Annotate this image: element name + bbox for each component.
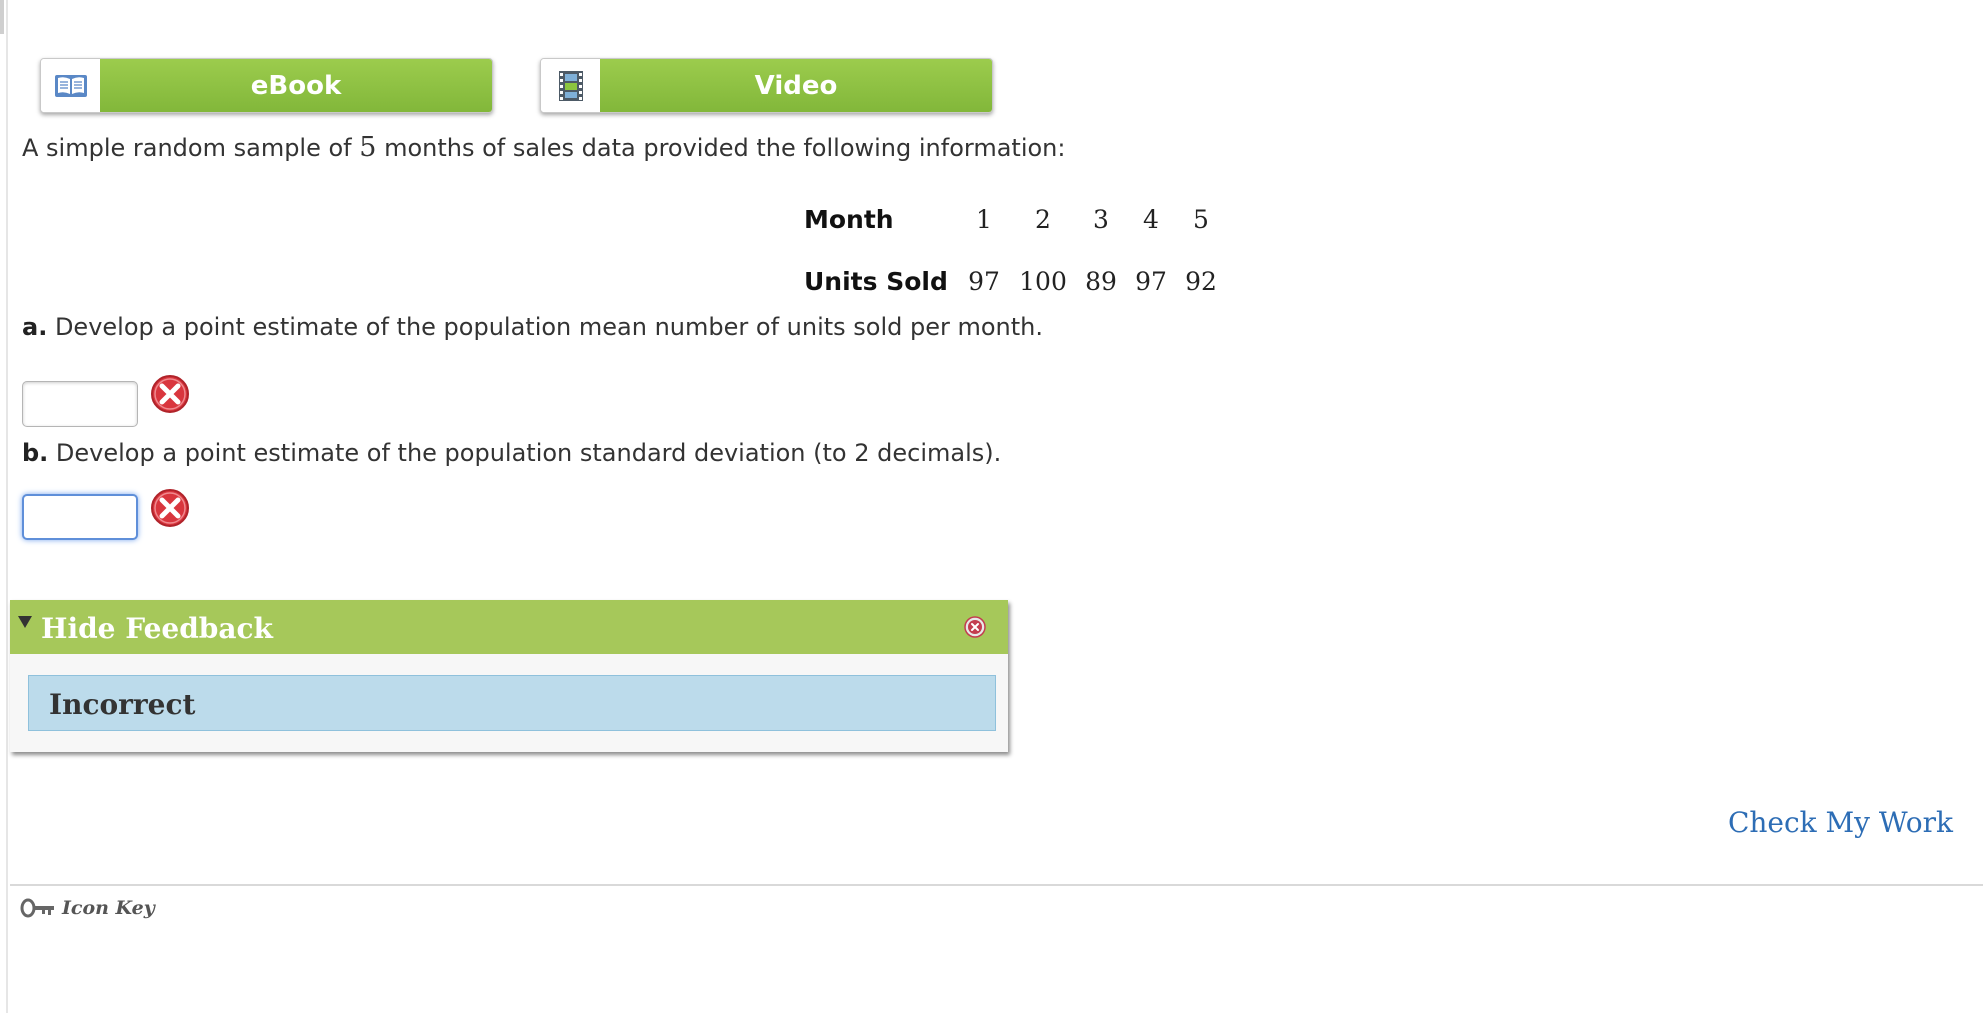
key-icon	[20, 898, 54, 918]
month-cell: 5	[1193, 204, 1209, 234]
part-b-prompt: b. Develop a point estimate of the popul…	[22, 439, 1001, 467]
units-sold-cell: 89	[1085, 266, 1117, 296]
corner-mark	[0, 0, 4, 34]
units-sold-cell: 97	[968, 266, 1000, 296]
question-intro: A simple random sample of 5 months of sa…	[22, 132, 1065, 163]
part-a-text: Develop a point estimate of the populati…	[47, 313, 1044, 341]
units-sold-row: Units Sold 97 100 89 97 92	[800, 250, 1230, 312]
row-header-month: Month	[804, 204, 894, 234]
hide-feedback-label: Hide Feedback	[41, 612, 273, 645]
icon-key-label: Icon Key	[62, 897, 155, 919]
footer-divider	[10, 884, 1983, 886]
row-header-units-sold: Units Sold	[804, 266, 948, 296]
units-sold-cell: 97	[1135, 266, 1167, 296]
x-circle-icon	[151, 489, 189, 527]
book-icon	[41, 59, 100, 112]
units-sold-cell: 92	[1185, 266, 1217, 296]
units-sold-cell: 100	[1019, 266, 1067, 296]
left-border	[6, 0, 8, 1013]
close-icon[interactable]	[964, 616, 986, 638]
part-a-prompt: a. Develop a point estimate of the popul…	[22, 313, 1043, 341]
part-a-letter: a.	[22, 313, 48, 341]
part-a-answer-input[interactable]	[22, 381, 138, 427]
icon-key-link[interactable]: Icon Key	[20, 897, 155, 919]
intro-text-before: A simple random sample of	[22, 134, 360, 162]
ebook-button[interactable]: eBook	[40, 58, 493, 113]
month-cell: 4	[1143, 204, 1159, 234]
sales-data-table: Month 1 2 3 4 5 Units Sold 97 100 89 97 …	[800, 188, 1230, 312]
part-b-letter: b.	[22, 439, 49, 467]
video-label: Video	[600, 59, 992, 112]
ebook-label: eBook	[100, 59, 492, 112]
feedback-panel: Hide Feedback Incorrect	[10, 600, 1008, 752]
feedback-status-text: Incorrect	[49, 688, 196, 721]
part-b-text: Develop a point estimate of the populati…	[48, 439, 1002, 467]
feedback-toggle[interactable]: Hide Feedback	[10, 600, 1008, 654]
month-cell: 3	[1093, 204, 1109, 234]
check-my-work-link[interactable]: Check My Work	[1728, 806, 1953, 839]
feedback-status: Incorrect	[28, 675, 996, 731]
intro-sample-size: 5	[359, 132, 377, 163]
x-circle-icon	[151, 375, 189, 413]
month-cell: 1	[976, 204, 992, 234]
part-b-answer-input[interactable]	[22, 494, 138, 540]
month-row: Month 1 2 3 4 5	[800, 188, 1230, 250]
caret-down-icon	[18, 616, 32, 628]
intro-text-after: months of sales data provided the follow…	[376, 134, 1066, 162]
film-icon	[541, 59, 600, 112]
video-button[interactable]: Video	[540, 58, 993, 113]
month-cell: 2	[1035, 204, 1051, 234]
